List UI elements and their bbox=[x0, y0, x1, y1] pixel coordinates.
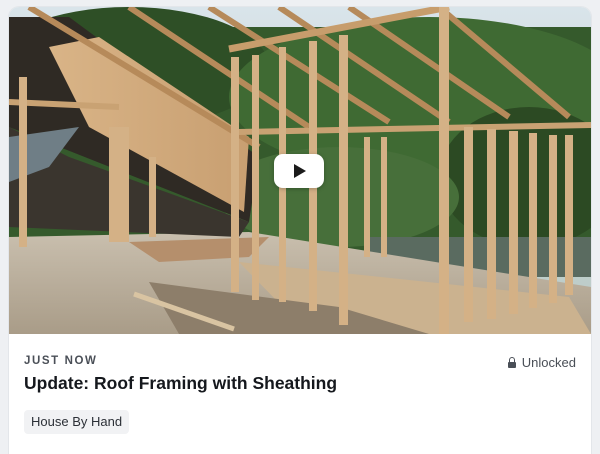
post-timestamp: JUST NOW bbox=[24, 355, 98, 367]
post-title[interactable]: Update: Roof Framing with Sheathing bbox=[24, 373, 337, 394]
lock-icon bbox=[507, 357, 516, 368]
play-icon bbox=[294, 164, 306, 178]
access-label: Unlocked bbox=[521, 355, 576, 370]
post-meta: JUST NOW Unlocked bbox=[24, 355, 576, 371]
video-thumbnail[interactable] bbox=[9, 7, 591, 334]
access-status: Unlocked bbox=[507, 355, 576, 370]
play-button[interactable] bbox=[274, 154, 324, 188]
post-card[interactable]: JUST NOW Unlocked Update: Roof Framing w… bbox=[9, 7, 591, 454]
collection-tag[interactable]: House By Hand bbox=[24, 410, 130, 434]
